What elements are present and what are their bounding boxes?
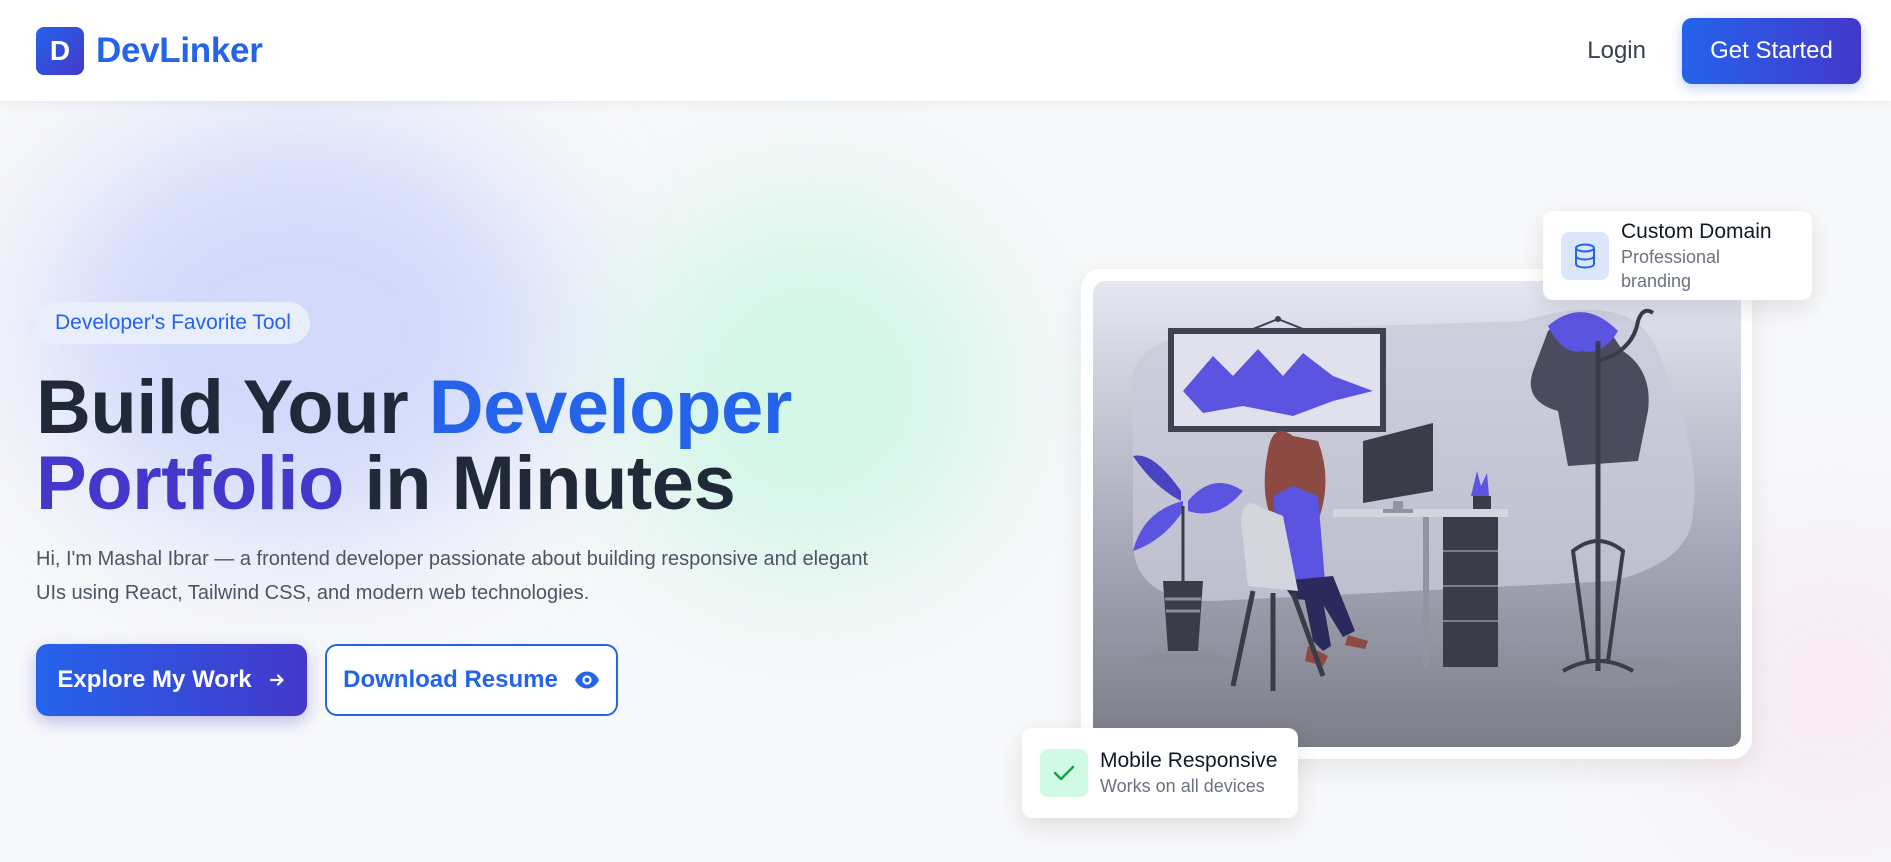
mobile-responsive-text: Mobile Responsive Works on all devices — [1100, 748, 1277, 798]
explore-work-label: Explore My Work — [57, 666, 252, 693]
hero-illustration — [1093, 281, 1741, 747]
hero-intro: Hi, I'm Mashal Ibrar — a frontend develo… — [36, 548, 869, 604]
hero-image-card — [1081, 269, 1752, 759]
custom-domain-text: Custom Domain Professional branding — [1621, 219, 1794, 293]
headline-part-4: in Minutes — [343, 441, 736, 526]
mobile-responsive-title: Mobile Responsive — [1100, 749, 1278, 772]
eye-icon — [574, 671, 599, 689]
hero-badge: Developer's Favorite Tool — [36, 302, 310, 344]
login-link[interactable]: Login — [1587, 37, 1646, 65]
explore-work-button[interactable]: Explore My Work — [36, 644, 307, 716]
custom-domain-title: Custom Domain — [1621, 219, 1772, 243]
headline-part-1: Build Your — [36, 365, 429, 450]
download-resume-button[interactable]: Download Resume — [325, 644, 618, 716]
hero-badge-label: Developer's Favorite Tool — [55, 311, 291, 334]
headline-highlight-portfolio: Portfolio — [36, 441, 344, 526]
arrow-right-icon — [269, 674, 284, 686]
headline-highlight-developer: Developer — [428, 365, 793, 450]
custom-domain-subtitle: Professional branding — [1621, 246, 1721, 291]
nav-actions: Login Get Started — [1587, 17, 1861, 84]
hero-headline: Build Your Developer Portfolio in Minute… — [36, 370, 936, 522]
check-icon — [1040, 749, 1088, 797]
database-icon — [1561, 231, 1609, 280]
custom-domain-card: Custom Domain Professional branding — [1543, 211, 1812, 300]
brand[interactable]: D DevLinker — [36, 26, 263, 75]
get-started-button[interactable]: Get Started — [1682, 17, 1861, 84]
download-resume-label: Download Resume — [343, 666, 558, 693]
top-navbar: D DevLinker Login Get Started — [0, 0, 1891, 101]
mobile-responsive-subtitle: Works on all devices — [1100, 776, 1265, 796]
brand-name: DevLinker — [96, 30, 263, 70]
developer-workspace-illustration — [1132, 308, 1698, 691]
mobile-responsive-card: Mobile Responsive Works on all devices — [1022, 728, 1298, 818]
logo-icon: D — [36, 26, 84, 75]
